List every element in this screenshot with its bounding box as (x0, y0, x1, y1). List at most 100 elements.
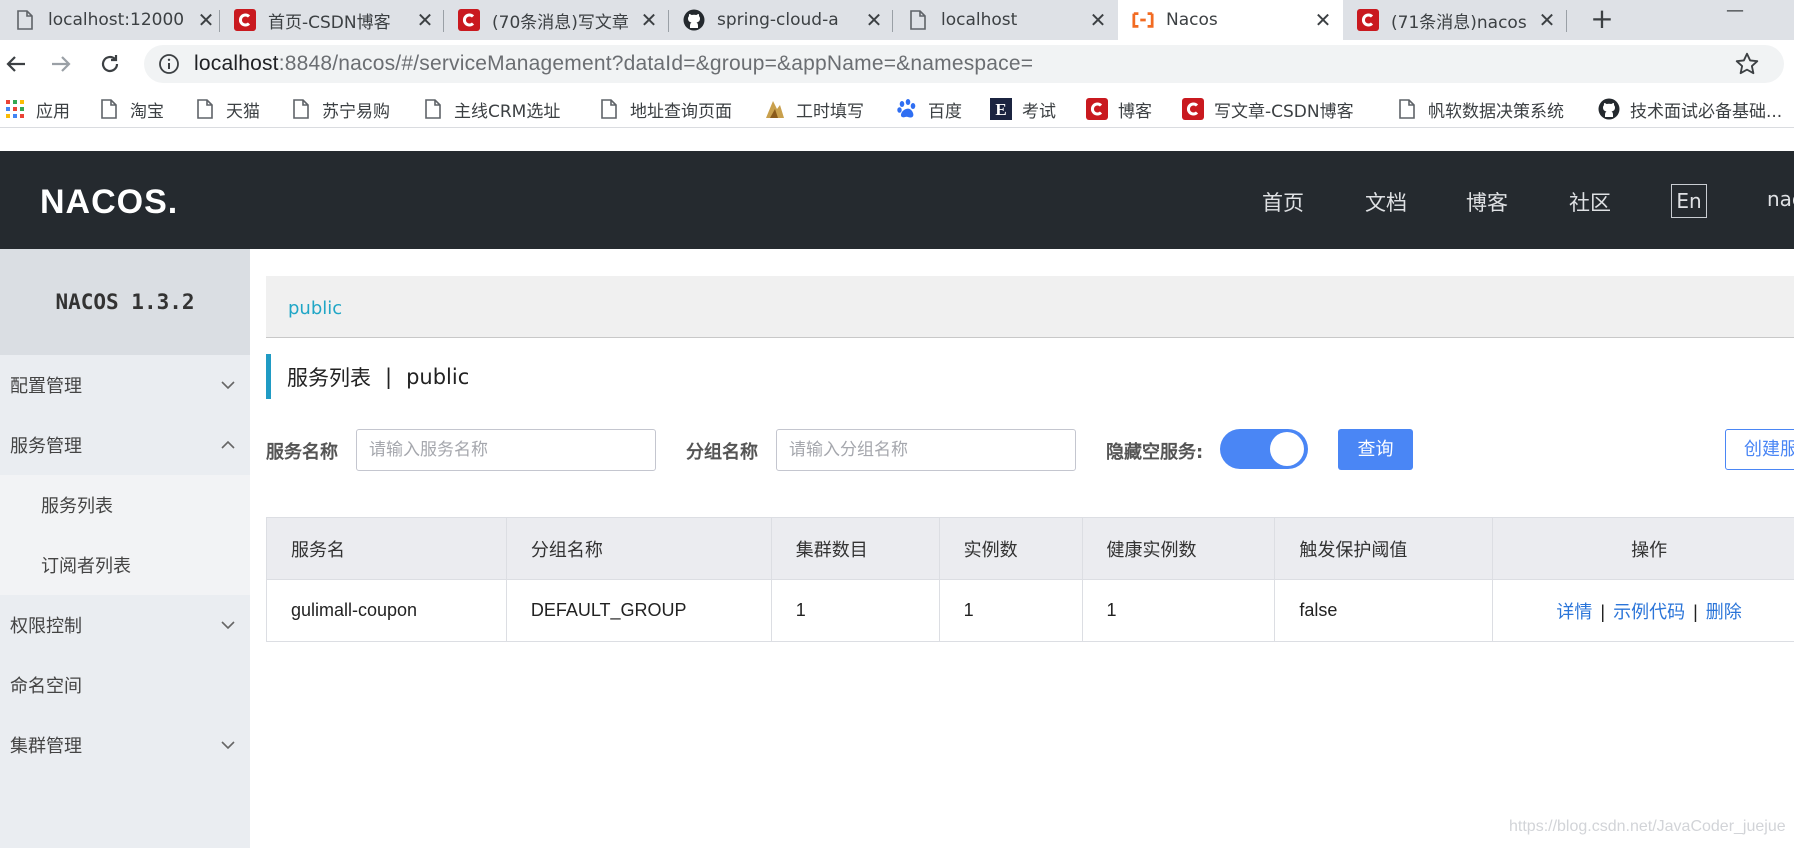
watermark: https://blog.csdn.net/JavaCoder_juejue (1509, 818, 1786, 835)
window-minimize-button[interactable]: — (1720, 0, 1750, 24)
create-service-button[interactable]: 创建服务 (1725, 429, 1794, 470)
page-title-text: 服务列表 (287, 365, 371, 390)
close-icon[interactable]: ✕ (415, 10, 435, 30)
svg-text:E: E (995, 100, 1006, 119)
e-icon: E (990, 98, 1012, 120)
detail-link[interactable]: 详情 (1556, 602, 1592, 622)
close-icon[interactable]: ✕ (1088, 10, 1108, 30)
sidebar-item-label: 配置管理 (10, 376, 82, 397)
csdn-icon (1086, 98, 1108, 120)
browser-tab[interactable]: 首页-CSDN博客 ✕ (220, 0, 445, 40)
forward-button[interactable] (45, 48, 77, 80)
sidebar-item-config-management[interactable]: 配置管理 (0, 355, 250, 415)
close-icon[interactable]: ✕ (1313, 10, 1333, 30)
column-header: 集群数目 (770, 517, 940, 580)
bookmark-item[interactable]: 技术面试必备基础... (1598, 96, 1782, 122)
bookmark-label: 技术面试必备基础... (1630, 101, 1783, 122)
hide-empty-toggle[interactable] (1220, 429, 1308, 469)
bookmark-item[interactable]: 博客 (1086, 96, 1152, 122)
bookmark-item[interactable]: 淘宝 (98, 96, 164, 122)
info-icon[interactable] (158, 53, 180, 75)
bookmark-label: 百度 (928, 101, 962, 122)
browser-tab[interactable]: localhost ✕ (893, 0, 1118, 40)
nav-community[interactable]: 社区 (1569, 187, 1611, 217)
language-toggle-button[interactable]: En (1671, 184, 1707, 218)
service-name-input[interactable] (356, 429, 656, 471)
bookmark-item[interactable]: 工时填写 (764, 96, 864, 122)
column-header: 操作 (1492, 517, 1794, 580)
bookmark-apps[interactable]: 应用 (4, 96, 70, 122)
bookmark-item[interactable]: 地址查询页面 (598, 96, 732, 122)
tab-label: 首页-CSDN博客 (268, 12, 391, 33)
bookmark-star-icon[interactable] (1734, 51, 1760, 77)
sidebar-item-label: 权限控制 (10, 616, 82, 637)
delete-link[interactable]: 删除 (1706, 602, 1742, 622)
bookmark-item[interactable]: E 考试 (990, 96, 1056, 122)
namespace-tab-public[interactable]: public (288, 298, 342, 319)
reload-button[interactable] (94, 48, 126, 80)
page-icon (14, 9, 36, 31)
tab-label: localhost:12000 (48, 10, 185, 30)
bookmark-item[interactable]: 苏宁易购 (290, 96, 390, 122)
nav-docs[interactable]: 文档 (1365, 187, 1407, 217)
browser-tab-active[interactable]: Nacos ✕ (1118, 0, 1343, 40)
app-header: NACOS. 首页 文档 博客 社区 En nacos (0, 151, 1794, 249)
sidebar-item-cluster-management[interactable]: 集群管理 (0, 715, 250, 775)
logo-text: NACOS. (40, 183, 178, 221)
service-table: 服务名 分组名称 集群数目 实例数 健康实例数 触发保护阈值 操作 gulima… (266, 517, 1794, 642)
close-icon[interactable]: ✕ (639, 10, 659, 30)
sidebar-item-label: 集群管理 (10, 736, 82, 757)
csdn-icon (1182, 98, 1204, 120)
nav-blog[interactable]: 博客 (1466, 187, 1508, 217)
sample-code-link[interactable]: 示例代码 (1613, 602, 1685, 622)
arrow-right-icon (52, 56, 71, 72)
bookmarks-bar: 应用 淘宝 天猫 苏宁易购 主线CRM选址 地址查询页面 工时填写 百度 E 考… (0, 88, 1794, 128)
sidebar-item-subscriber-list[interactable]: 订阅者列表 (0, 535, 250, 595)
sidebar-item-label: 命名空间 (10, 676, 82, 697)
group-name-input[interactable] (776, 429, 1076, 471)
github-icon (683, 9, 705, 31)
close-icon[interactable]: ✕ (1537, 10, 1557, 30)
nacos-logo[interactable]: NACOS. (40, 181, 190, 221)
page-icon (290, 98, 312, 120)
group-name-label: 分组名称 (686, 442, 758, 463)
action-separator: | (1600, 601, 1606, 622)
bookmark-item[interactable]: 帆软数据决策系统 (1396, 96, 1564, 122)
bookmark-item[interactable]: 主线CRM选址 (422, 96, 560, 122)
browser-tab-bar: localhost:12000 ✕ 首页-CSDN博客 ✕ (70条消息)写文章… (0, 0, 1794, 40)
new-tab-button[interactable]: + (1586, 4, 1618, 36)
sidebar-item-access-control[interactable]: 权限控制 (0, 595, 250, 655)
bookmark-label: 工时填写 (796, 101, 864, 122)
service-name-label: 服务名称 (266, 442, 338, 463)
browser-tab[interactable]: localhost:12000 ✕ (0, 0, 226, 40)
browser-tab[interactable]: spring-cloud-a ✕ (669, 0, 894, 40)
bookmark-item[interactable]: 百度 (896, 96, 962, 122)
sidebar-item-namespace[interactable]: 命名空间 (0, 655, 250, 715)
action-separator: | (1693, 601, 1698, 622)
browser-tab[interactable]: (71条消息)nacos ✕ (1343, 0, 1567, 40)
browser-tab[interactable]: (70条消息)写文章 ✕ (444, 0, 669, 40)
page-icon (598, 98, 620, 120)
healthy-instance-cell: 1 (1081, 579, 1276, 642)
close-icon[interactable]: ✕ (864, 10, 884, 30)
sidebar-item-service-management[interactable]: 服务管理 (0, 415, 250, 475)
bookmark-label: 苏宁易购 (322, 101, 390, 122)
close-icon[interactable]: ✕ (196, 10, 216, 30)
bookmark-item[interactable]: 写文章-CSDN博客 (1182, 96, 1354, 122)
back-button[interactable] (0, 48, 32, 80)
column-header: 实例数 (938, 517, 1083, 580)
user-menu[interactable]: nacos (1767, 187, 1794, 211)
url-field[interactable]: localhost:8848/nacos/#/serviceManagement… (144, 45, 1784, 83)
hide-empty-label: 隐藏空服务: (1106, 442, 1204, 463)
page-icon (422, 98, 444, 120)
csdn-icon (458, 9, 480, 31)
protect-threshold-cell: false (1274, 579, 1494, 642)
sidebar-item-service-list[interactable]: 服务列表 (0, 475, 250, 535)
nav-home[interactable]: 首页 (1262, 187, 1304, 217)
tab-label: (70条消息)写文章 (492, 12, 629, 33)
sidebar-item-label: 服务列表 (41, 496, 113, 517)
bookmark-item[interactable]: 天猫 (194, 96, 260, 122)
bookmark-label: 地址查询页面 (630, 101, 732, 122)
sidebar-item-label: 订阅者列表 (41, 556, 131, 577)
query-button[interactable]: 查询 (1338, 429, 1413, 470)
